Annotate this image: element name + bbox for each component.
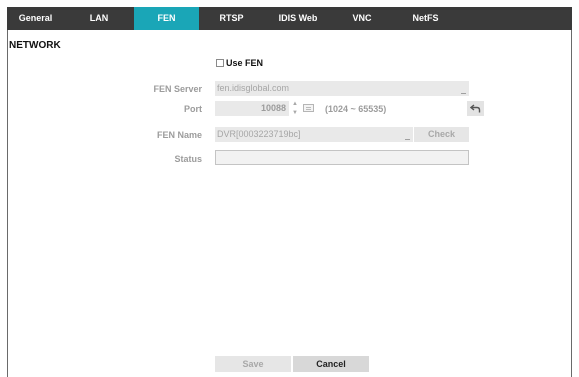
fen-name-value: DVR[0003223719bc] [217, 129, 301, 139]
port-input[interactable]: 10088 [215, 101, 289, 116]
tab-bar: General LAN FEN RTSP IDIS Web VNC NetFS [7, 7, 572, 30]
tab-rtsp[interactable]: RTSP [199, 7, 264, 30]
port-label: Port [184, 104, 202, 114]
status-field [215, 150, 469, 165]
use-fen-checkbox[interactable] [216, 59, 224, 67]
page-title: NETWORK [9, 40, 61, 51]
fen-server-label: FEN Server [153, 84, 202, 94]
dropdown-arrow-icon [405, 139, 410, 140]
tab-netfs[interactable]: NetFS [392, 7, 459, 30]
tab-idis-web[interactable]: IDIS Web [264, 7, 332, 30]
status-label: Status [174, 154, 202, 164]
fen-server-value: fen.idisglobal.com [217, 83, 290, 93]
port-value: 10088 [260, 103, 286, 113]
port-down-icon[interactable]: ▼ [292, 110, 298, 116]
undo-button[interactable] [467, 101, 484, 116]
check-button[interactable]: Check [414, 127, 469, 142]
dropdown-arrow-icon [461, 93, 466, 94]
port-up-icon[interactable]: ▲ [292, 101, 298, 107]
cancel-button[interactable]: Cancel [293, 356, 369, 372]
tab-general[interactable]: General [7, 7, 64, 30]
tab-fen[interactable]: FEN [134, 7, 199, 30]
network-setup-window: General LAN FEN RTSP IDIS Web VNC NetFS … [0, 0, 579, 377]
undo-icon [470, 104, 481, 113]
tab-vnc[interactable]: VNC [332, 7, 392, 30]
fen-name-label: FEN Name [156, 130, 202, 140]
port-range-label: (1024 ~ 65535) [325, 104, 387, 114]
tab-lan[interactable]: LAN [64, 7, 134, 30]
use-fen-label: Use FEN [226, 58, 264, 68]
fen-name-input[interactable]: DVR[0003223719bc] [215, 127, 413, 142]
use-fen-row[interactable]: Use FEN [216, 58, 263, 68]
fen-server-select[interactable]: fen.idisglobal.com [215, 81, 469, 96]
virtual-keyboard-icon[interactable] [303, 104, 314, 112]
save-button[interactable]: Save [215, 356, 291, 372]
